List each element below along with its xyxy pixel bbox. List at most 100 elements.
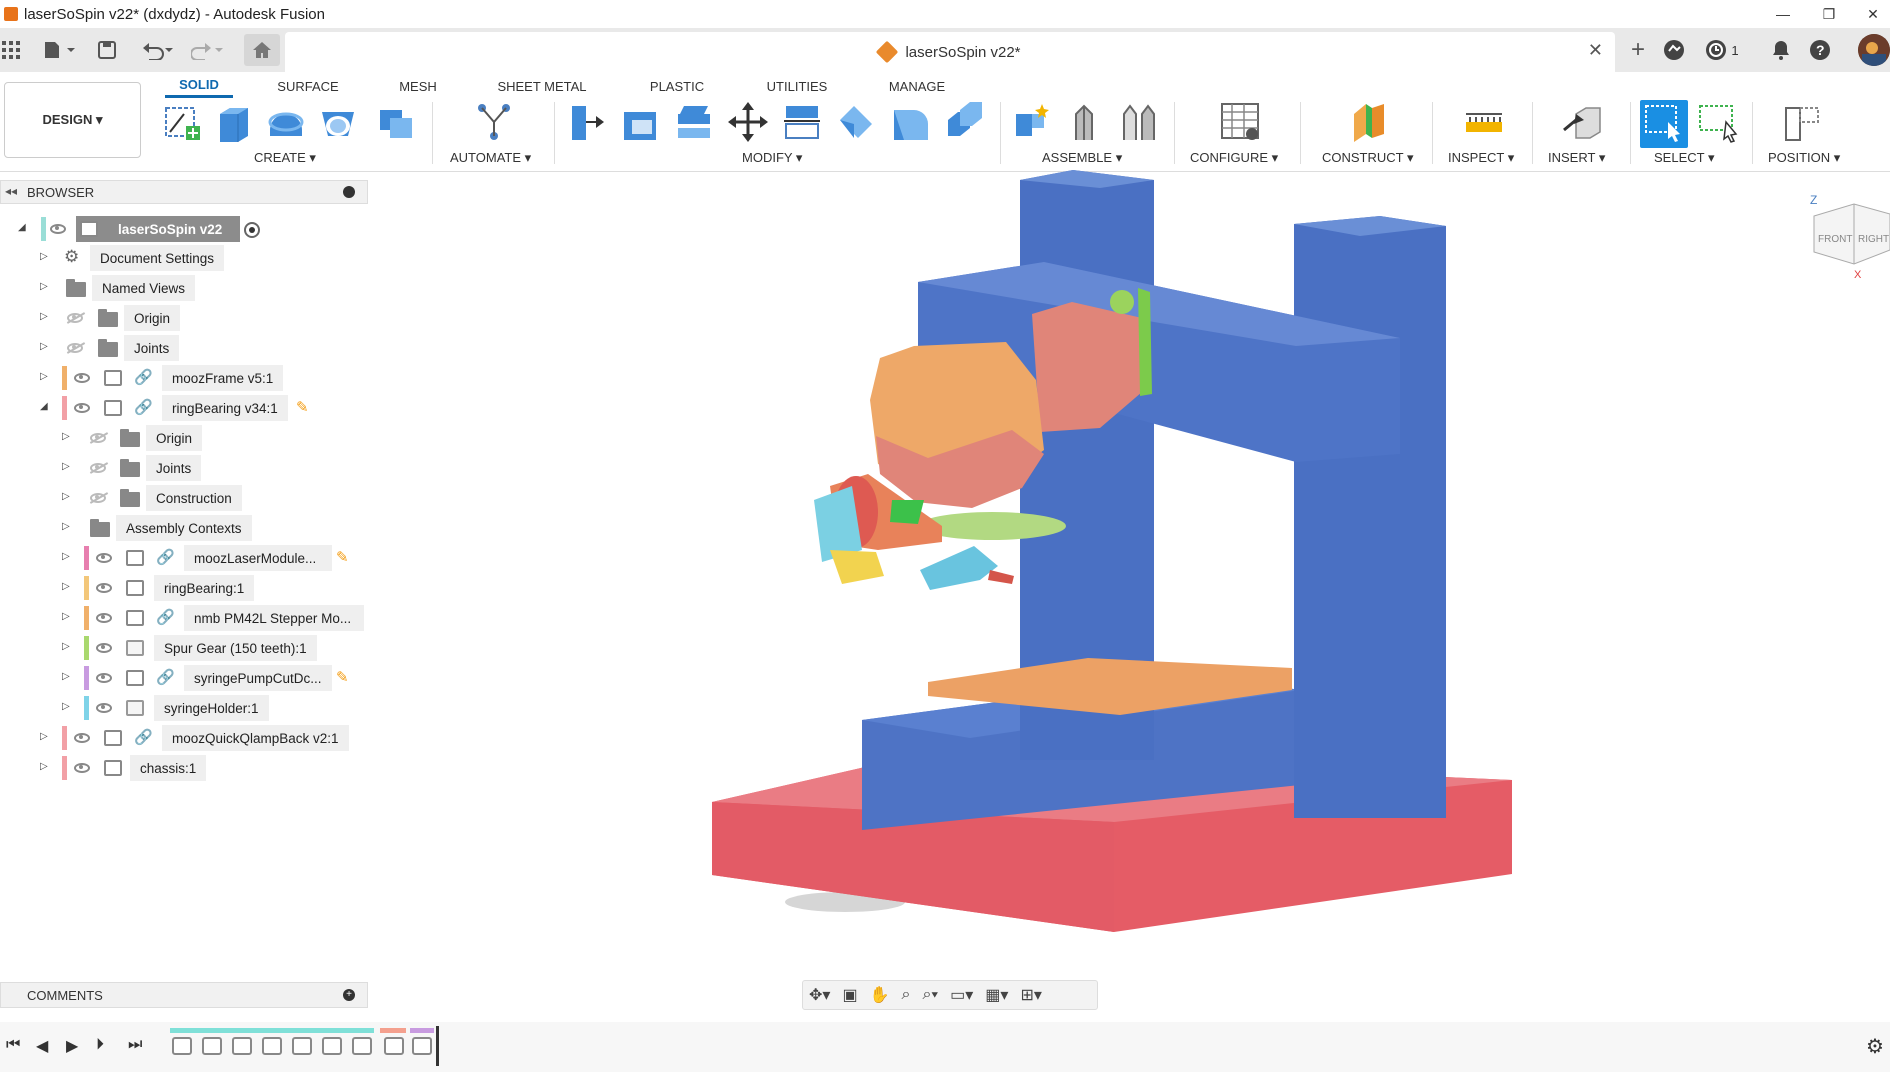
expand-triangle-icon[interactable]: ▷	[62, 431, 70, 442]
extensions-icon[interactable]	[1662, 38, 1686, 62]
edit-pencil-icon[interactable]: ✎	[336, 548, 349, 566]
capture-position-icon[interactable]	[1782, 100, 1822, 144]
expand-triangle-icon[interactable]: ▷	[62, 551, 70, 562]
revolve-icon[interactable]	[266, 100, 306, 144]
visibility-eye-icon[interactable]	[96, 583, 112, 593]
sweep-icon[interactable]	[318, 100, 358, 144]
visibility-eye-icon[interactable]	[50, 224, 66, 234]
tab-plastic[interactable]: PLASTIC	[640, 74, 714, 98]
close-tab-icon[interactable]: ✕	[1588, 40, 1603, 61]
select-tool-icon[interactable]	[1640, 100, 1688, 148]
visibility-eye-icon[interactable]	[96, 673, 112, 683]
pan-hand-icon[interactable]: ✋	[870, 985, 890, 1005]
visibility-eye-icon[interactable]	[96, 703, 112, 713]
collapse-triangle-icon[interactable]: ◢	[40, 401, 48, 412]
extrude-icon[interactable]	[214, 100, 254, 144]
go-to-start-icon[interactable]: ⏮	[6, 1036, 20, 1054]
tree-row-origin[interactable]: ▷ Origin	[0, 305, 368, 331]
tree-row-named-views[interactable]: ▷ Named Views	[0, 275, 368, 301]
new-tab-plus-icon[interactable]: +	[1626, 36, 1650, 63]
inspect-menu[interactable]: INSPECT ▾	[1448, 150, 1514, 166]
chamfer-icon[interactable]	[836, 100, 876, 144]
visibility-eye-icon[interactable]	[74, 763, 90, 773]
assemble-menu[interactable]: ASSEMBLE ▾	[1042, 150, 1122, 166]
save-icon[interactable]	[96, 38, 118, 62]
notifications-bell-icon[interactable]	[1770, 38, 1792, 62]
expand-triangle-icon[interactable]: ▷	[62, 581, 70, 592]
timeline-feature-icon[interactable]	[352, 1037, 372, 1055]
hidden-eye-icon[interactable]	[90, 463, 106, 473]
help-icon[interactable]: ?	[1808, 38, 1832, 62]
expand-triangle-icon[interactable]: ▷	[40, 281, 48, 292]
document-tab[interactable]: laserSoSpin v22* ✕	[285, 32, 1615, 72]
browser-minimize-icon[interactable]	[343, 186, 355, 198]
tree-row-moozlasermodule[interactable]: ▷ 🔗 moozLaserModule... ✎	[0, 545, 368, 571]
expand-triangle-icon[interactable]: ▷	[40, 761, 48, 772]
expand-triangle-icon[interactable]: ▷	[40, 311, 48, 322]
offset-plane-icon[interactable]	[1350, 100, 1390, 144]
activate-radio-icon[interactable]	[244, 222, 260, 238]
zoom-icon[interactable]: ⌕	[901, 986, 910, 1004]
visibility-eye-icon[interactable]	[74, 733, 90, 743]
create-sketch-icon[interactable]	[162, 100, 202, 144]
job-status-icon[interactable]: 1	[1702, 38, 1742, 62]
align-icon[interactable]	[782, 100, 822, 144]
tree-row-construction[interactable]: ▷ Construction	[0, 485, 368, 511]
tree-row-root[interactable]: ◢ laserSoSpin v22	[0, 216, 368, 242]
timeline-joint-icon[interactable]	[262, 1037, 282, 1055]
tree-row-assembly-contexts[interactable]: ▷ Assembly Contexts	[0, 515, 368, 541]
tree-row-chassis[interactable]: ▷ chassis:1	[0, 755, 368, 781]
maximize-button[interactable]: ❐	[1806, 0, 1852, 28]
home-icon[interactable]	[244, 34, 280, 66]
timeline-feature-icon[interactable]	[202, 1037, 222, 1055]
expand-triangle-icon[interactable]: ▷	[62, 671, 70, 682]
hidden-eye-icon[interactable]	[67, 343, 83, 353]
expand-triangle-icon[interactable]: ▷	[62, 491, 70, 502]
tab-solid[interactable]: SOLID	[165, 74, 233, 98]
combine-icon[interactable]	[376, 100, 416, 144]
tab-mesh[interactable]: MESH	[390, 74, 446, 98]
edit-pencil-icon[interactable]: ✎	[336, 668, 349, 686]
data-panel-grid-icon[interactable]	[0, 38, 22, 62]
visibility-eye-icon[interactable]	[96, 553, 112, 563]
timeline-feature-icon[interactable]	[232, 1037, 252, 1055]
create-menu[interactable]: CREATE ▾	[254, 150, 316, 166]
close-window-button[interactable]: ✕	[1850, 0, 1890, 28]
orbit-icon[interactable]: ✥▾	[809, 985, 830, 1005]
shell-icon[interactable]	[674, 100, 714, 144]
configure-table-icon[interactable]	[1220, 100, 1260, 144]
tab-manage[interactable]: MANAGE	[880, 74, 954, 98]
window-select-icon[interactable]	[1696, 100, 1742, 144]
fillet-icon[interactable]	[620, 100, 660, 144]
zoom-window-icon[interactable]: ⌕▾	[922, 986, 938, 1004]
hidden-eye-icon[interactable]	[67, 313, 83, 323]
add-comment-icon[interactable]: +	[343, 989, 355, 1001]
measure-icon[interactable]	[1464, 100, 1504, 144]
as-built-joint-icon[interactable]	[1120, 100, 1160, 144]
expand-triangle-icon[interactable]: ▷	[40, 371, 48, 382]
position-menu[interactable]: POSITION ▾	[1768, 150, 1840, 166]
tree-row-nested-origin[interactable]: ▷ Origin	[0, 425, 368, 451]
modify-menu[interactable]: MODIFY ▾	[742, 150, 802, 166]
user-avatar[interactable]	[1858, 34, 1890, 66]
collapse-triangle-icon[interactable]: ◢	[18, 222, 26, 233]
expand-triangle-icon[interactable]: ▷	[40, 251, 48, 262]
display-settings-icon[interactable]: ▭▾	[950, 985, 973, 1005]
tab-sheet-metal[interactable]: SHEET METAL	[488, 74, 596, 98]
step-back-icon[interactable]: ◀	[36, 1036, 48, 1056]
new-component-icon[interactable]	[1012, 100, 1052, 144]
expand-triangle-icon[interactable]: ▷	[40, 731, 48, 742]
redo-icon[interactable]	[188, 38, 228, 62]
tree-row-joints[interactable]: ▷ Joints	[0, 335, 368, 361]
visibility-eye-icon[interactable]	[96, 643, 112, 653]
insert-derive-icon[interactable]	[1562, 100, 1602, 144]
undo-icon[interactable]	[138, 38, 178, 62]
split-body-icon[interactable]	[890, 100, 930, 144]
viewport-3d-model[interactable]	[680, 170, 1580, 950]
tree-row-stepper-motor[interactable]: ▷ 🔗 nmb PM42L Stepper Mo...	[0, 605, 368, 631]
expand-triangle-icon[interactable]: ▷	[62, 701, 70, 712]
automate-icon[interactable]	[474, 100, 514, 144]
timeline-feature-icon[interactable]	[322, 1037, 342, 1055]
move-copy-icon[interactable]	[728, 100, 768, 144]
minimize-button[interactable]: —	[1760, 0, 1806, 28]
